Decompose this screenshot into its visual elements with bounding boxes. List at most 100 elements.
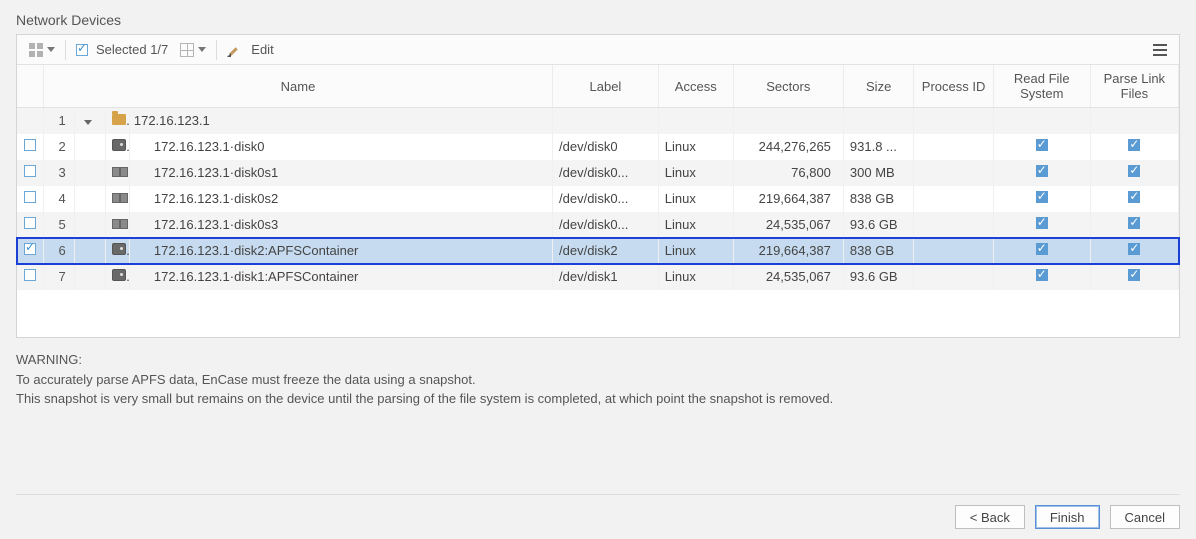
checkbox-checked-icon[interactable] bbox=[1128, 191, 1140, 203]
row-sectors: 219,664,387 bbox=[733, 238, 843, 264]
table-row[interactable]: 2172.16.123.1·disk0/dev/disk0Linux244,27… bbox=[17, 134, 1179, 160]
row-index: 6 bbox=[43, 238, 74, 264]
table-row[interactable]: 4172.16.123.1·disk0s2/dev/disk0...Linux2… bbox=[17, 186, 1179, 212]
row-parse-link[interactable] bbox=[1090, 108, 1178, 134]
table-row[interactable]: 7172.16.123.1·disk1:APFSContainer/dev/di… bbox=[17, 264, 1179, 290]
row-read-fs[interactable] bbox=[993, 160, 1090, 186]
table-row[interactable]: 6172.16.123.1·disk2:APFSContainer/dev/di… bbox=[17, 238, 1179, 264]
warning-block: WARNING: To accurately parse APFS data, … bbox=[16, 350, 1180, 409]
row-size: 838 GB bbox=[843, 186, 914, 212]
row-read-fs[interactable] bbox=[993, 186, 1090, 212]
checkbox-checked-icon[interactable] bbox=[1128, 269, 1140, 281]
row-access: Linux bbox=[658, 264, 733, 290]
separator bbox=[65, 40, 66, 60]
cancel-button[interactable]: Cancel bbox=[1110, 505, 1180, 529]
col-size[interactable]: Size bbox=[843, 65, 914, 108]
row-read-fs[interactable] bbox=[993, 238, 1090, 264]
checkbox-checked-icon[interactable] bbox=[1128, 217, 1140, 229]
row-parse-link[interactable] bbox=[1090, 134, 1178, 160]
col-access[interactable]: Access bbox=[658, 65, 733, 108]
row-index: 3 bbox=[43, 160, 74, 186]
checkbox[interactable] bbox=[24, 191, 36, 203]
row-checkbox-cell[interactable] bbox=[17, 134, 43, 160]
checkbox[interactable] bbox=[24, 269, 36, 281]
row-parse-link[interactable] bbox=[1090, 212, 1178, 238]
row-name: 172.16.123.1·disk0s1 bbox=[129, 160, 552, 186]
row-type-icon-cell bbox=[105, 264, 129, 290]
row-checkbox-cell[interactable] bbox=[17, 186, 43, 212]
col-parse-link[interactable]: Parse Link Files bbox=[1090, 65, 1178, 108]
row-size bbox=[843, 108, 914, 134]
checkbox-checked-icon[interactable] bbox=[1036, 165, 1048, 177]
checkbox-checked-icon[interactable] bbox=[1036, 191, 1048, 203]
row-type-icon-cell bbox=[105, 238, 129, 264]
col-name[interactable]: Name bbox=[43, 65, 552, 108]
finish-button[interactable]: Finish bbox=[1035, 505, 1100, 529]
row-read-fs[interactable] bbox=[993, 212, 1090, 238]
back-button[interactable]: < Back bbox=[955, 505, 1025, 529]
row-parse-link[interactable] bbox=[1090, 238, 1178, 264]
row-expand bbox=[74, 160, 105, 186]
view-grid-button[interactable] bbox=[23, 38, 61, 62]
checkbox[interactable] bbox=[24, 139, 36, 151]
checkbox-checked-icon[interactable] bbox=[1128, 139, 1140, 151]
row-checkbox-cell[interactable] bbox=[17, 264, 43, 290]
disk-icon bbox=[112, 269, 126, 281]
table-row[interactable]: 5172.16.123.1·disk0s3/dev/disk0...Linux2… bbox=[17, 212, 1179, 238]
row-read-fs[interactable] bbox=[993, 264, 1090, 290]
row-checkbox-cell[interactable] bbox=[17, 108, 43, 134]
layout-split-button[interactable] bbox=[174, 38, 212, 62]
row-checkbox-cell[interactable] bbox=[17, 160, 43, 186]
row-index: 4 bbox=[43, 186, 74, 212]
row-type-icon-cell bbox=[105, 186, 129, 212]
row-process-id bbox=[914, 186, 993, 212]
partition-icon bbox=[112, 219, 128, 229]
row-parse-link[interactable] bbox=[1090, 186, 1178, 212]
row-parse-link[interactable] bbox=[1090, 264, 1178, 290]
checkbox-checked-icon[interactable] bbox=[1128, 165, 1140, 177]
col-read-fs[interactable]: Read File System bbox=[993, 65, 1090, 108]
row-label: /dev/disk0... bbox=[553, 186, 659, 212]
col-checkbox[interactable] bbox=[17, 65, 43, 108]
row-type-icon-cell bbox=[105, 134, 129, 160]
row-checkbox-cell[interactable] bbox=[17, 238, 43, 264]
row-label bbox=[553, 108, 659, 134]
folder-icon bbox=[112, 114, 126, 125]
menu-button[interactable] bbox=[1147, 38, 1173, 62]
checkbox-checked-icon[interactable] bbox=[1036, 217, 1048, 229]
checkbox-icon bbox=[76, 44, 88, 56]
checkbox-checked-icon[interactable] bbox=[1036, 269, 1048, 281]
row-read-fs[interactable] bbox=[993, 134, 1090, 160]
col-label[interactable]: Label bbox=[553, 65, 659, 108]
selected-count-button[interactable]: Selected 1/7 bbox=[70, 38, 174, 62]
checkbox[interactable] bbox=[24, 165, 36, 177]
checkbox[interactable] bbox=[24, 217, 36, 229]
col-sectors[interactable]: Sectors bbox=[733, 65, 843, 108]
row-label: /dev/disk2 bbox=[553, 238, 659, 264]
warning-line: To accurately parse APFS data, EnCase mu… bbox=[16, 370, 1180, 390]
disk-icon bbox=[112, 243, 126, 255]
row-read-fs[interactable] bbox=[993, 108, 1090, 134]
checkbox[interactable] bbox=[24, 243, 36, 255]
row-expand[interactable] bbox=[74, 108, 105, 134]
row-process-id bbox=[914, 160, 993, 186]
checkbox-checked-icon[interactable] bbox=[1128, 243, 1140, 255]
row-name: 172.16.123.1·disk0s2 bbox=[129, 186, 552, 212]
row-access: Linux bbox=[658, 160, 733, 186]
toolbar: Selected 1/7 Edit bbox=[17, 35, 1179, 65]
row-expand bbox=[74, 238, 105, 264]
row-checkbox-cell[interactable] bbox=[17, 212, 43, 238]
row-expand bbox=[74, 264, 105, 290]
row-parse-link[interactable] bbox=[1090, 160, 1178, 186]
edit-button[interactable]: Edit bbox=[221, 38, 279, 62]
checkbox-checked-icon[interactable] bbox=[1036, 139, 1048, 151]
row-size: 93.6 GB bbox=[843, 264, 914, 290]
table-row[interactable]: 3172.16.123.1·disk0s1/dev/disk0...Linux7… bbox=[17, 160, 1179, 186]
table-row[interactable]: 1172.16.123.1 bbox=[17, 108, 1179, 134]
col-process-id[interactable]: Process ID bbox=[914, 65, 993, 108]
row-size: 838 GB bbox=[843, 238, 914, 264]
row-index: 1 bbox=[43, 108, 74, 134]
page-title: Network Devices bbox=[16, 12, 1180, 28]
grid-icon bbox=[29, 43, 43, 57]
checkbox-checked-icon[interactable] bbox=[1036, 243, 1048, 255]
